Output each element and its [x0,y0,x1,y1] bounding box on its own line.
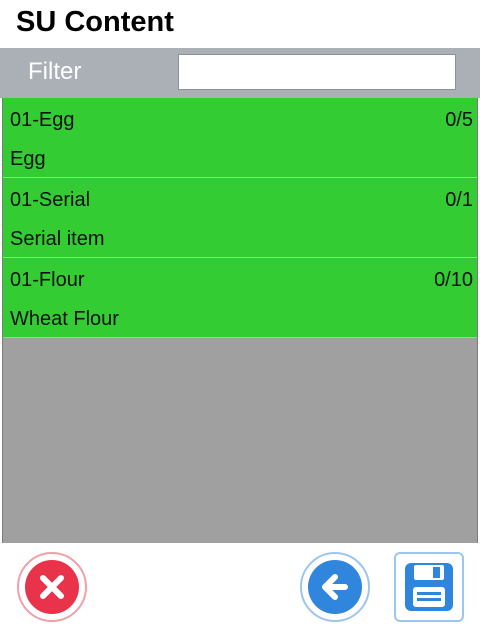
arrow-left-icon [308,560,362,614]
item-description: Wheat Flour [10,308,119,330]
item-code: 01-Serial [10,189,91,211]
filter-label: Filter [28,58,82,85]
item-description: Egg [10,148,46,170]
save-button[interactable] [394,552,464,622]
filter-bar: Filter [0,48,480,98]
close-icon [25,560,79,614]
item-description: Serial item [10,228,105,250]
item-quantity: 0/1 [445,189,473,211]
item-quantity: 0/10 [434,269,473,291]
title-bar: SU Content [0,0,480,48]
cancel-button[interactable] [17,552,87,622]
list-item[interactable]: 01-Egg 0/5 Egg [3,98,477,178]
page-title: SU Content [16,6,174,38]
bottom-toolbar [0,543,480,640]
item-code: 01-Egg [10,109,75,131]
content-list[interactable]: 01-Egg 0/5 Egg 01-Serial 0/1 Serial item… [2,98,478,543]
floppy-disk-icon [405,563,453,611]
list-item[interactable]: 01-Serial 0/1 Serial item [3,178,477,258]
list-item[interactable]: 01-Flour 0/10 Wheat Flour [3,258,477,338]
item-code: 01-Flour [10,269,85,291]
back-button[interactable] [300,552,370,622]
filter-input[interactable] [178,54,456,90]
item-quantity: 0/5 [445,109,473,131]
